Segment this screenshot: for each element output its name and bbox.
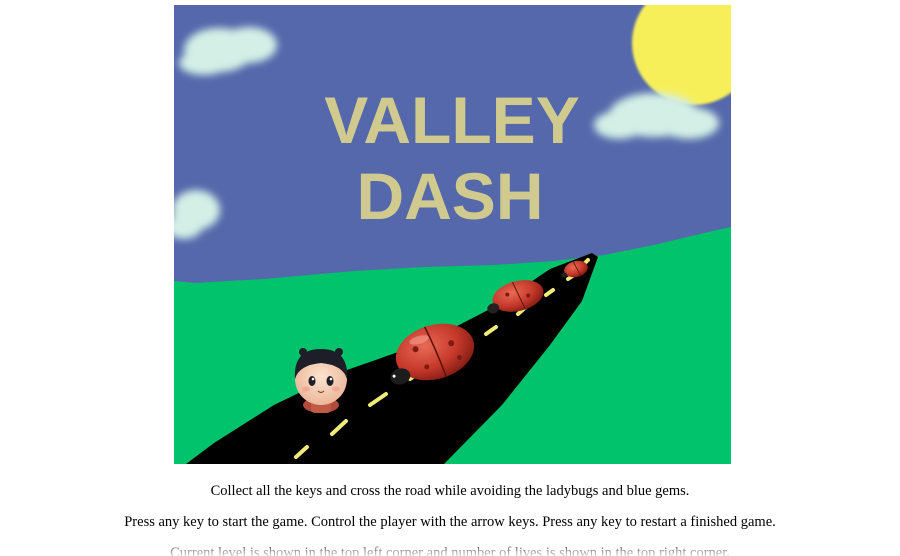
page: VALLEY DASH Collect all the keys and cro…	[0, 0, 900, 556]
instructions: Collect all the keys and cross the road …	[0, 478, 900, 556]
instruction-line-1: Collect all the keys and cross the road …	[210, 483, 690, 499]
instruction-line-2: Press any key to start the game. Control…	[124, 514, 776, 530]
instruction-line-3: Current level is shown in the top left c…	[170, 545, 730, 556]
game-title-line1: VALLEY	[324, 83, 579, 157]
title-screen-scene: VALLEY DASH	[174, 5, 731, 464]
game-title-line2: DASH	[356, 159, 543, 233]
game-canvas[interactable]: VALLEY DASH	[174, 5, 731, 464]
